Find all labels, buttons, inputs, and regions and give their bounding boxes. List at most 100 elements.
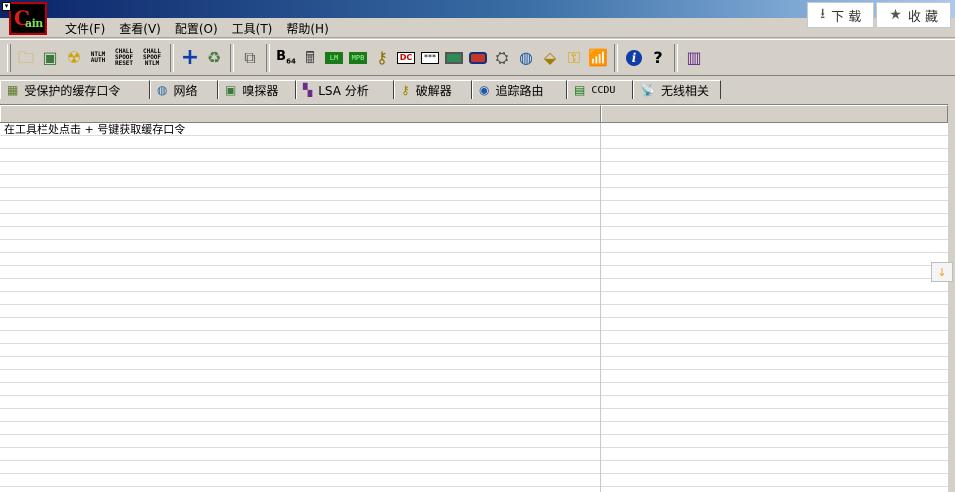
key-icon: ⚷ [376, 47, 388, 67]
base64-sub: 64 [286, 57, 296, 66]
toolbar-separator [674, 43, 678, 72]
radiation-icon: ☢ [66, 47, 82, 67]
chall-spoof-reset-button[interactable]: CHALL SPOOF RESET [110, 44, 138, 72]
tab-cached-passwords[interactable]: ▦ 受保护的缓存口令 [0, 80, 150, 99]
mpb-icon: MPB [349, 51, 367, 64]
base64-letter: B [276, 49, 287, 65]
toolbar-separator [230, 43, 234, 72]
tab-cracker[interactable]: ⚷ 破解器 [394, 80, 472, 99]
menu-tools[interactable]: 工具(T) [225, 18, 280, 37]
exit-door-icon: ▥ [686, 47, 702, 67]
tab-sniffer[interactable]: ▣ 嗅探器 [218, 80, 296, 99]
key-button[interactable]: ⚷ [370, 44, 394, 72]
exit-button[interactable]: ▥ [682, 44, 706, 72]
window-close-icon[interactable]: ▾ [2, 2, 11, 11]
ntlm-auth-button[interactable]: NTLM AUTH [86, 44, 110, 72]
column-header-2[interactable] [601, 105, 948, 122]
hash-calculator-button[interactable]: 🖩 [298, 44, 322, 72]
base64-button[interactable]: B64 [274, 44, 298, 72]
toolbar-separator [266, 43, 270, 72]
dc-button[interactable]: DC [394, 44, 418, 72]
base64-icon: B64 [276, 49, 296, 66]
tab-label: LSA 分析 [318, 83, 369, 98]
tab-lsa[interactable]: ▚ LSA 分析 [296, 80, 394, 99]
arrow-down-icon: ↓ [937, 265, 947, 279]
cisco-button[interactable]: ⬙ [538, 44, 562, 72]
start-stop-sniffer-button[interactable]: ▣ [38, 44, 62, 72]
help-question-icon: ? [653, 47, 663, 67]
menu-config[interactable]: 配置(O) [168, 18, 225, 37]
tab-wireless[interactable]: 📡 无线相关 [633, 80, 721, 99]
add-button[interactable]: + [178, 44, 202, 72]
tab-label: 追踪路由 [495, 83, 544, 98]
cracker-icon: ⚷ [401, 83, 410, 97]
wireless-scan-button[interactable]: 📶 [586, 44, 610, 72]
routing-button[interactable]: ⛭ [490, 44, 514, 72]
vnc-icon: ⚿ [567, 47, 581, 67]
recycle-bin-icon: ♻ [206, 47, 222, 67]
folder-icon: 🗀 [17, 47, 34, 67]
grid-hint-text: 在工具栏处点击 + 号键获取缓存口令 [4, 123, 186, 136]
help-button[interactable]: ? [646, 44, 670, 72]
toolbar-grip[interactable] [7, 43, 11, 72]
export-icon: ⧉ [244, 47, 256, 67]
top-actions: ⭳ 下 载 ★ 收 藏 [807, 2, 951, 28]
menu-view[interactable]: 查看(V) [112, 18, 168, 37]
password-stars-icon: *** [421, 51, 439, 64]
tab-ccdu[interactable]: ▤ CCDU [567, 80, 633, 99]
tab-traceroute[interactable]: ◉ 追踪路由 [472, 80, 567, 99]
tab-label: CCDU [591, 84, 616, 96]
wireless-icon: 📡 [640, 83, 655, 97]
chall-spoof-ntlm-label: CHALL SPOOF NTLM [142, 47, 162, 67]
box-green-button[interactable] [442, 44, 466, 72]
ntlm-auth-label: NTLM AUTH [90, 50, 106, 64]
cisco-icon: ⬙ [543, 47, 557, 67]
info-button[interactable]: i [622, 44, 646, 72]
globe-button[interactable]: ◍ [514, 44, 538, 72]
apr-button[interactable]: ☢ [62, 44, 86, 72]
cache-icon: ▦ [7, 83, 19, 97]
box-red-icon [469, 51, 487, 64]
routing-icon: ⛭ [495, 47, 509, 67]
vnc-button[interactable]: ⚿ [562, 44, 586, 72]
sniffer-icon: ▣ [225, 83, 237, 97]
mpb-button[interactable]: MPB [346, 44, 370, 72]
column-header-1[interactable] [0, 105, 601, 122]
favorite-button[interactable]: ★ 收 藏 [876, 2, 951, 28]
lm-icon: LM [325, 51, 343, 64]
box-red-button[interactable] [466, 44, 490, 72]
open-folder-button[interactable]: 🗀 [14, 44, 38, 72]
favorite-label: 收 藏 [907, 9, 938, 25]
tab-network[interactable]: ◍ 网络 [150, 80, 218, 99]
tab-label: 嗅探器 [242, 83, 279, 98]
dc-icon: DC [397, 51, 415, 64]
password-decoder-button[interactable]: *** [418, 44, 442, 72]
remove-button[interactable]: ♻ [202, 44, 226, 72]
cached-passwords-grid: 在工具栏处点击 + 号键获取缓存口令 [0, 104, 948, 492]
scroll-down-float-button[interactable]: ↓ [931, 262, 953, 282]
app-logo: C ain [9, 2, 47, 35]
download-label: 下 载 [831, 9, 862, 25]
globe-icon: ◍ [519, 47, 533, 67]
download-button[interactable]: ⭳ 下 载 [807, 2, 875, 28]
column-divider [600, 123, 601, 492]
lsa-icon: ▚ [303, 83, 313, 97]
chall-spoof-ntlm-button[interactable]: CHALL SPOOF NTLM [138, 44, 166, 72]
toolbar: 🗀 ▣ ☢ NTLM AUTH CHALL SPOOF RESET CHALL … [0, 39, 955, 76]
star-icon: ★ [889, 7, 902, 23]
menu-file[interactable]: 文件(F) [58, 18, 112, 37]
traceroute-icon: ◉ [479, 83, 490, 97]
grid-rows[interactable]: 在工具栏处点击 + 号键获取缓存口令 [0, 123, 948, 492]
info-icon: i [626, 49, 642, 66]
grid-header [0, 105, 948, 123]
toolbar-separator [170, 43, 174, 72]
tab-label: 无线相关 [660, 83, 709, 98]
monitor-icon [445, 51, 463, 64]
export-button[interactable]: ⧉ [238, 44, 262, 72]
network-card-icon: ▣ [42, 47, 58, 67]
lm-hash-button[interactable]: LM [322, 44, 346, 72]
tab-label: 网络 [173, 83, 198, 98]
menu-help[interactable]: 帮助(H) [279, 18, 335, 37]
network-icon: ◍ [157, 83, 168, 97]
calculator-icon: 🖩 [305, 47, 315, 67]
